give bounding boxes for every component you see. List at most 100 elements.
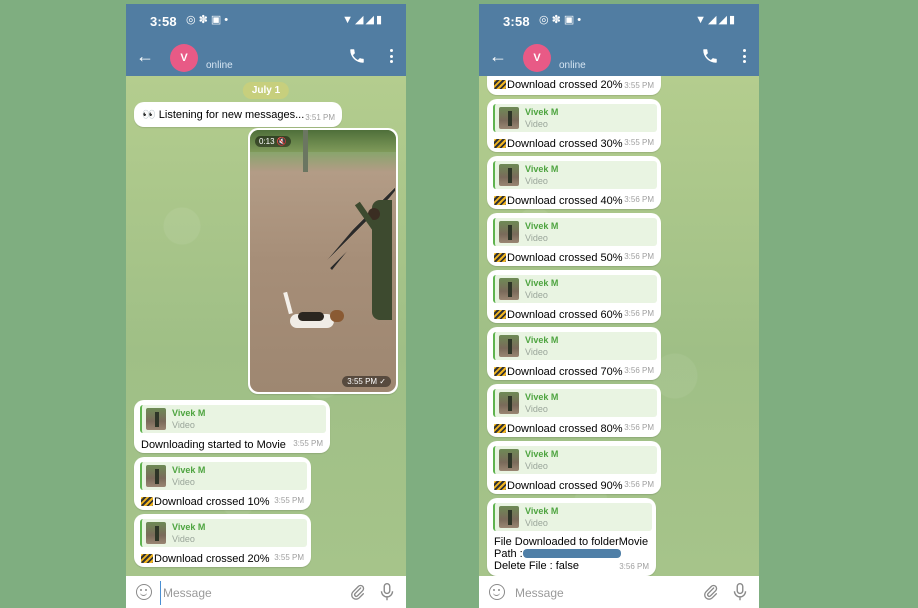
quoted-message[interactable]: Vivek M Video (493, 389, 657, 417)
avatar[interactable]: V (170, 44, 198, 72)
message-list[interactable]: July 1 👀 Listening for new messages... 3… (126, 76, 406, 576)
reply-message[interactable]: Vivek M Video Downloading started to Mov… (134, 400, 330, 453)
quoted-type: Video (172, 420, 195, 430)
message-text: Download crossed 50% (507, 252, 623, 264)
quoted-message[interactable]: Vivek M Video (493, 503, 652, 531)
message-bubble[interactable]: 👀 Listening for new messages... 3:51 PM (134, 102, 342, 127)
signal-battery-icons: ▼◢◢▮ (342, 14, 384, 26)
message-text: Downloading started to Movie (141, 439, 286, 451)
message-composer (126, 576, 406, 608)
reply-message[interactable]: Vivek M Video Download crossed 40% 3:56 … (487, 156, 661, 209)
video-thumbnail (146, 522, 166, 544)
signal-battery-icons: ▼◢◢▮ (695, 14, 737, 26)
video-thumbnail (499, 335, 519, 357)
reply-message[interactable]: Download crossed 20% 3:55 PM (487, 76, 661, 95)
quoted-message[interactable]: Vivek M Video (140, 462, 307, 490)
quoted-message[interactable]: Vivek M Video (493, 332, 657, 360)
construction-icon (494, 310, 506, 319)
quoted-sender: Vivek M (525, 449, 559, 459)
quoted-message[interactable]: Vivek M Video (493, 218, 657, 246)
back-arrow-icon[interactable]: ← (136, 46, 154, 66)
reply-message[interactable]: Vivek M Video Download crossed 10% 3:55 … (134, 457, 311, 510)
more-options-icon[interactable] (743, 49, 747, 66)
reply-message[interactable]: Vivek M Video Download crossed 80% 3:56 … (487, 384, 661, 437)
quoted-message[interactable]: Vivek M Video (140, 405, 326, 433)
video-thumbnail (499, 278, 519, 300)
message-time: 3:55 PM (624, 81, 654, 90)
quoted-type: Video (525, 347, 548, 357)
construction-icon (494, 253, 506, 262)
reply-message[interactable]: Vivek M Video Download crossed 30% 3:55 … (487, 99, 661, 152)
quoted-sender: Vivek M (525, 392, 559, 402)
attach-icon[interactable] (350, 584, 366, 600)
path-label: Path : (494, 548, 523, 560)
quoted-message[interactable]: Vivek M Video (493, 161, 657, 189)
message-input[interactable] (160, 581, 335, 605)
phone-call-icon[interactable] (701, 47, 719, 65)
message-text: Download crossed 90% (507, 480, 623, 492)
emoji-icon[interactable] (136, 584, 152, 600)
attach-icon[interactable] (703, 584, 719, 600)
video-thumbnail (146, 465, 166, 487)
message-time: 3:56 PM (624, 195, 654, 204)
message-text-wrapper: Download crossed 10% (141, 496, 270, 508)
construction-icon (494, 367, 506, 376)
message-text: Download crossed 40% (507, 195, 623, 207)
message-text-wrapper: Download crossed 30% (494, 138, 623, 150)
message-time: 3:56 PM (624, 309, 654, 318)
back-arrow-icon[interactable]: ← (489, 46, 507, 66)
quoted-sender: Vivek M (525, 164, 559, 174)
message-text: Download crossed 10% (154, 496, 270, 508)
construction-icon (494, 196, 506, 205)
avatar[interactable]: V (523, 44, 551, 72)
message-time: 3:56 PM (624, 423, 654, 432)
message-text: Download crossed 30% (507, 138, 623, 150)
reply-message[interactable]: Vivek M Video Download crossed 90% 3:56 … (487, 441, 661, 494)
quoted-sender: Vivek M (525, 221, 559, 231)
message-list[interactable]: Download crossed 20% 3:55 PM Vivek M Vid… (479, 76, 759, 576)
video-duration: 0:13 🔇 (255, 136, 291, 147)
emoji-icon[interactable] (489, 584, 505, 600)
quoted-type: Video (172, 477, 195, 487)
quoted-sender: Vivek M (525, 506, 559, 516)
construction-icon (141, 554, 153, 563)
message-text-wrapper: Download crossed 60% (494, 309, 623, 321)
chat-header: ← V online (479, 38, 759, 76)
message-text: Download crossed 70% (507, 366, 623, 378)
video-thumbnail[interactable]: 0:13 🔇 3:55 PM ✓ (250, 130, 396, 392)
message-input[interactable] (513, 581, 687, 605)
quoted-message[interactable]: Vivek M Video (140, 519, 307, 547)
video-thumbnail (499, 392, 519, 414)
quoted-sender: Vivek M (172, 522, 206, 532)
chat-status: online (559, 60, 586, 71)
construction-icon (494, 481, 506, 490)
message-text-wrapper: Download crossed 40% (494, 195, 623, 207)
quoted-message[interactable]: Vivek M Video (493, 104, 657, 132)
microphone-icon[interactable] (733, 583, 747, 601)
message-time: 3:56 PM (624, 480, 654, 489)
message-text: Download crossed 80% (507, 423, 623, 435)
microphone-icon[interactable] (380, 583, 394, 601)
reply-message[interactable]: Vivek M Video Download crossed 60% 3:56 … (487, 270, 661, 323)
message-time: 3:55 PM (274, 553, 304, 562)
download-complete-message[interactable]: Vivek M Video File Downloaded to folderM… (487, 498, 656, 576)
quoted-message[interactable]: Vivek M Video (493, 446, 657, 474)
status-bar: 3:58 ◎✽▣• ▼◢◢▮ (479, 4, 759, 38)
phone-call-icon[interactable] (348, 47, 366, 65)
reply-message[interactable]: Vivek M Video Download crossed 20% 3:55 … (134, 514, 311, 567)
message-time: 3:51 PM (305, 113, 335, 122)
status-time: 3:58 (503, 14, 530, 29)
message-text: Download crossed 60% (507, 309, 623, 321)
reply-message[interactable]: Vivek M Video Download crossed 50% 3:56 … (487, 213, 661, 266)
more-options-icon[interactable] (390, 49, 394, 66)
chat-screen-left: 3:58 ◎✽▣• ▼◢◢▮ ← V online July 1 👀 Liste… (126, 4, 406, 608)
reply-message[interactable]: Vivek M Video Download crossed 70% 3:56 … (487, 327, 661, 380)
message-time: 3:55 PM ✓ (342, 376, 391, 387)
message-text-wrapper: Download crossed 70% (494, 366, 623, 378)
video-message[interactable]: 0:13 🔇 3:55 PM ✓ (248, 128, 398, 394)
message-time: 3:56 PM (624, 366, 654, 375)
quoted-type: Video (525, 119, 548, 129)
quoted-type: Video (525, 290, 548, 300)
quoted-message[interactable]: Vivek M Video (493, 275, 657, 303)
quoted-sender: Vivek M (172, 465, 206, 475)
